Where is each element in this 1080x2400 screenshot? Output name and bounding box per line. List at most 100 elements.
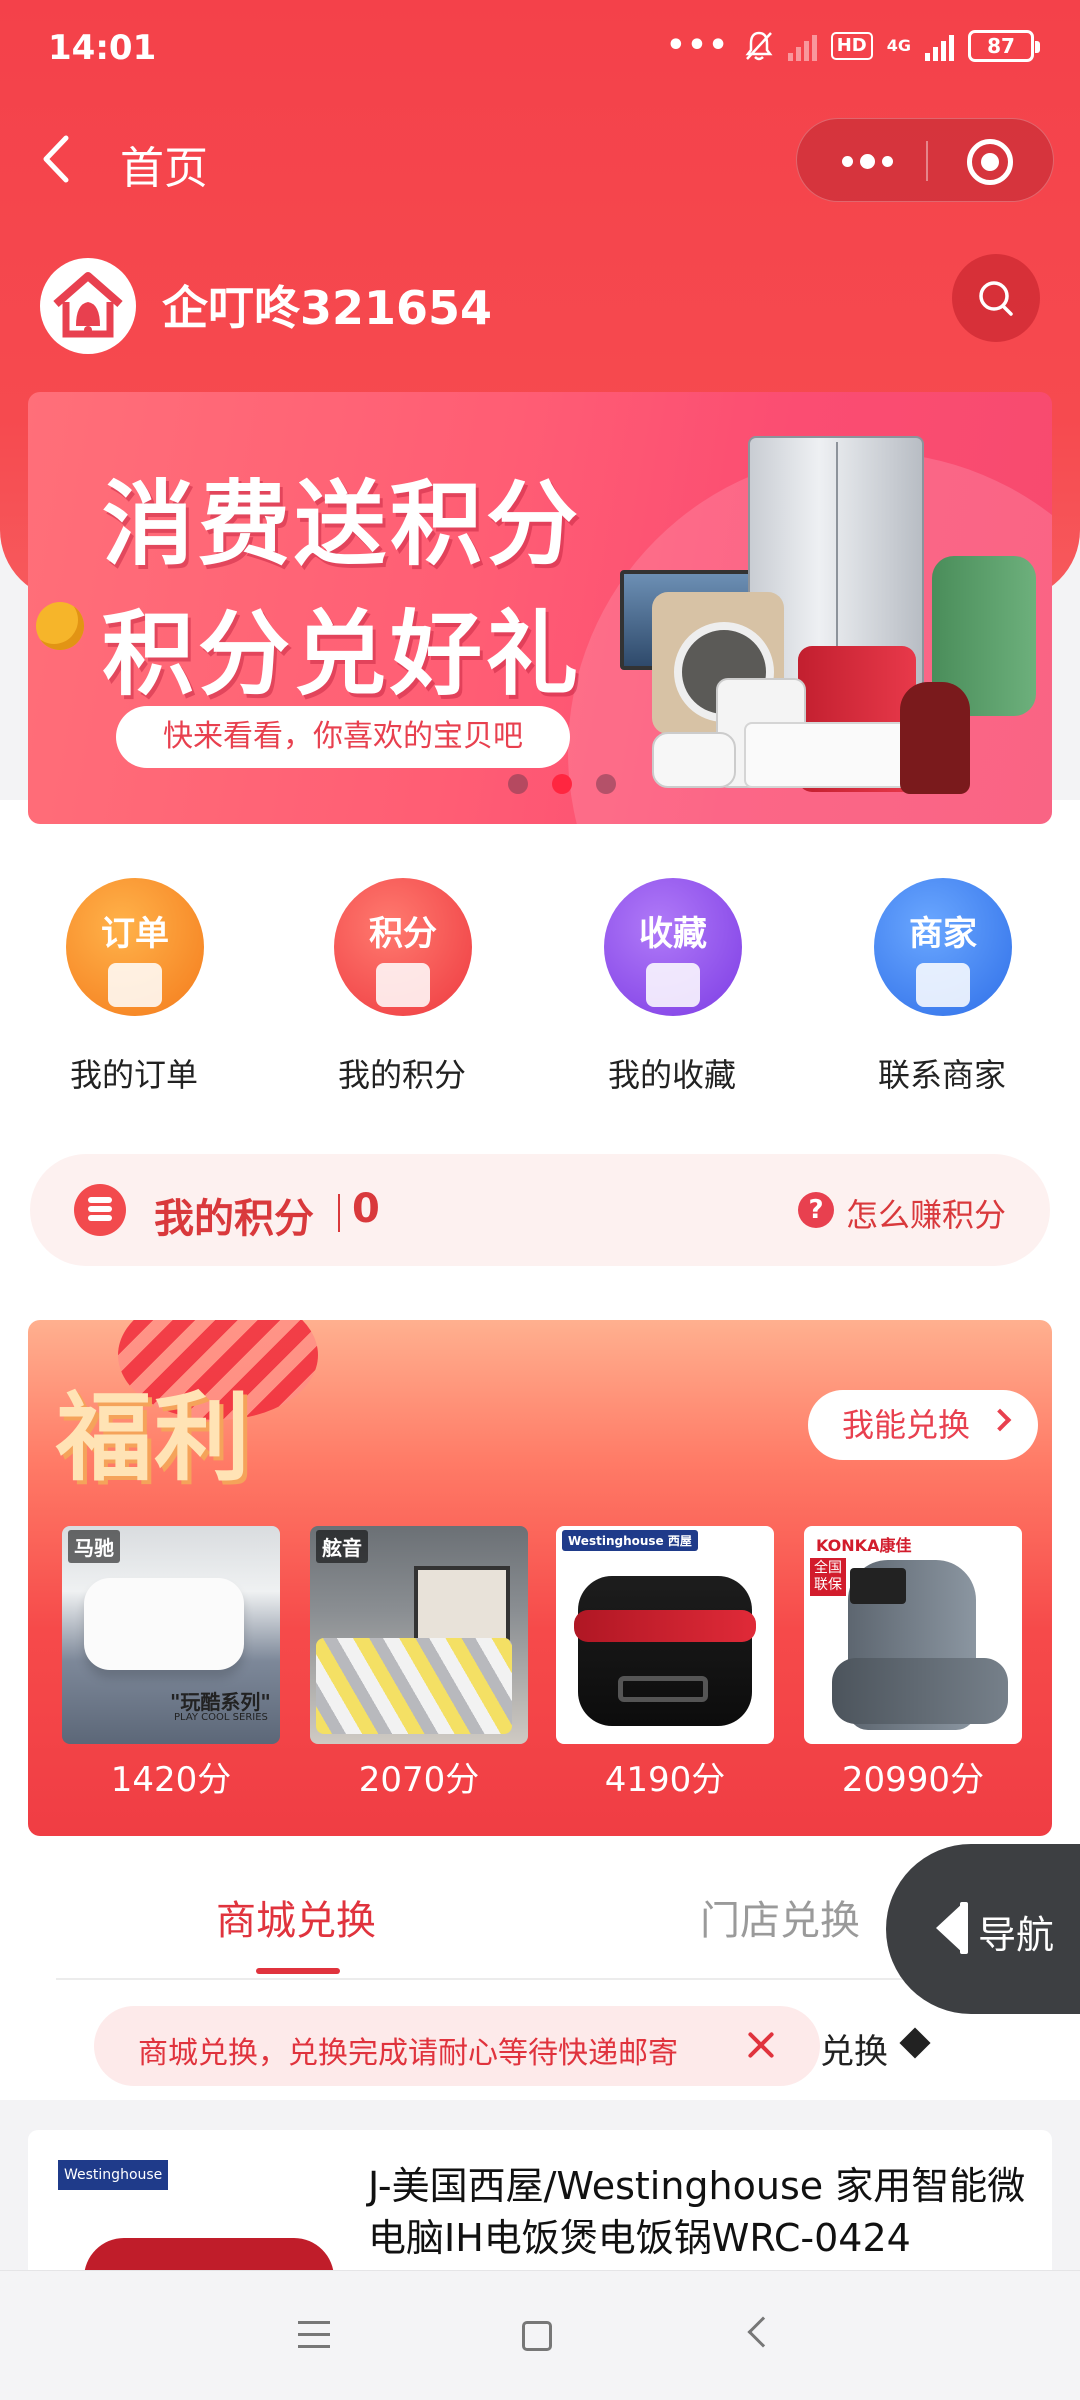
question-icon: ? — [798, 1192, 834, 1228]
floating-nav-label: 导航 — [978, 1913, 1055, 1957]
menu-icon[interactable] — [298, 2321, 330, 2349]
chair-seat — [832, 1658, 1008, 1724]
carousel-indicators — [508, 774, 616, 794]
points-summary-bar[interactable]: 我的积分 0 ? 怎么赚积分 — [30, 1154, 1050, 1266]
quick-label: 我的订单 — [69, 1056, 198, 1094]
orders-icon: 订单 — [66, 878, 204, 1016]
store-logo — [40, 258, 136, 354]
carousel-dot[interactable] — [508, 774, 528, 794]
tab-store-exchange[interactable]: 门店兑换 — [700, 1888, 860, 1946]
shop-icon: 商家 — [874, 878, 1012, 1016]
massage-chair-image: KONKA康佳 全国 联保 — [804, 1526, 1022, 1744]
bed-shape — [316, 1638, 512, 1734]
home-icon[interactable] — [522, 2321, 552, 2351]
carousel-dot[interactable] — [596, 774, 616, 794]
signal-icon — [925, 31, 954, 61]
welfare-title: 福利 — [56, 1381, 252, 1494]
sub-tab-exchange[interactable]: 兑换 — [820, 2024, 888, 2073]
chair-remote — [850, 1568, 906, 1604]
warranty-badge: 全国 联保 — [810, 1558, 846, 1596]
coin-stack-glyph — [376, 963, 430, 1007]
welfare-item[interactable]: 舷音 2070分 — [310, 1526, 528, 1800]
page-title: 首页 — [120, 143, 208, 194]
can-redeem-button[interactable]: 我能兑换 — [808, 1390, 1038, 1460]
rice-cooker-image — [652, 732, 736, 788]
more-options-button[interactable] — [827, 137, 907, 185]
pillow-image: "玩酷系列" PLAY COOL SERIES 马驰 — [62, 1526, 280, 1744]
cooker-handle — [618, 1676, 708, 1702]
close-miniprogram-button[interactable] — [967, 139, 1013, 185]
nav-bar: 首页 — [0, 110, 1080, 210]
warranty-line-2: 联保 — [814, 1577, 842, 1593]
how-to-earn-link[interactable]: 怎么赚积分 — [846, 1190, 1006, 1236]
pillow-shape — [84, 1578, 244, 1670]
tab-mall-exchange[interactable]: 商城兑换 — [216, 1888, 376, 1946]
product-series-sub: PLAY COOL SERIES — [174, 1712, 268, 1723]
search-icon — [979, 281, 1013, 316]
promo-banner[interactable]: 消费送积分 积分兑好礼 快来看看，你喜欢的宝贝吧 — [28, 392, 1052, 824]
brand-logo: Westinghouse 西屋 — [58, 2160, 168, 2213]
points-value: 0 — [352, 1186, 380, 1232]
points-badge-text: 积分 — [369, 914, 437, 954]
merchant-badge-text: 商家 — [909, 914, 977, 954]
system-nav-bar — [0, 2270, 1080, 2400]
rice-cooker-image: Westinghouse 西屋 — [556, 1526, 774, 1744]
search-button[interactable] — [952, 254, 1040, 342]
hd-badge: HD — [830, 31, 873, 60]
brand-label: KONKA康佳 — [810, 1530, 918, 1558]
quick-my-points[interactable]: 积分 我的积分 — [302, 866, 502, 1106]
banner-subtitle-pill: 快来看看，你喜欢的宝贝吧 — [116, 706, 570, 768]
capsule-divider — [926, 141, 928, 181]
brand-label: 舷音 — [316, 1530, 368, 1563]
welfare-item[interactable]: KONKA康佳 全国 联保 20990分 — [804, 1526, 1022, 1800]
cooker-band — [574, 1610, 756, 1642]
bell-muted-icon — [745, 31, 773, 60]
chevron-right-icon — [988, 1408, 1012, 1432]
status-bar: 14:01 ••• HD 4G 87 — [0, 0, 1080, 96]
active-tab-indicator — [256, 1968, 340, 1974]
welfare-item[interactable]: "玩酷系列" PLAY COOL SERIES 马驰 1420分 — [62, 1526, 280, 1800]
storefront-glyph — [916, 963, 970, 1007]
quick-my-favorites[interactable]: 收藏 我的收藏 — [572, 866, 772, 1106]
points-price: 4190分 — [604, 1760, 726, 1800]
banner-headline-1: 消费送积分 — [102, 471, 583, 578]
favorites-badge-text: 收藏 — [639, 914, 707, 954]
network-label: 4G — [886, 35, 911, 55]
play-left-icon-bar — [960, 1902, 968, 1954]
product-series-tag: "玩酷系列" — [170, 1690, 271, 1714]
points-divider — [338, 1194, 340, 1232]
carousel-dot-active[interactable] — [552, 774, 572, 794]
quick-label: 我的收藏 — [607, 1056, 736, 1094]
chevron-left-icon — [43, 135, 69, 183]
signal-sim2-icon — [787, 31, 817, 61]
brand-label: 马驰 — [68, 1530, 120, 1563]
back-icon[interactable] — [747, 2316, 779, 2348]
exchange-tooltip: 商城兑换，兑换完成请耐心等待快递邮寄 — [94, 2006, 820, 2086]
orders-badge-text: 订单 — [101, 914, 169, 954]
house-bell-icon — [53, 272, 123, 338]
points-price: 2070分 — [358, 1760, 480, 1800]
quick-my-orders[interactable]: 订单 我的订单 — [34, 866, 234, 1106]
can-redeem-label: 我能兑换 — [842, 1406, 971, 1444]
welfare-item[interactable]: Westinghouse 西屋 4190分 — [556, 1526, 774, 1800]
warranty-line-1: 全国 — [814, 1560, 842, 1576]
quick-contact-merchant[interactable]: 商家 联系商家 — [842, 866, 1042, 1106]
quick-menu: 订单 我的订单 积分 我的积分 收藏 我的收藏 商家 联系商家 — [0, 866, 1080, 1106]
store-name: 企叮咚321654 — [162, 281, 493, 335]
status-time: 14:01 — [48, 28, 157, 68]
container-image — [744, 722, 908, 788]
points-price: 20990分 — [841, 1760, 985, 1800]
close-icon[interactable] — [744, 2028, 778, 2062]
quick-label: 联系商家 — [877, 1056, 1006, 1094]
favorites-star-icon: 收藏 — [604, 878, 742, 1016]
cooker-body — [578, 1576, 752, 1726]
points-coin-icon: 积分 — [334, 878, 472, 1016]
star-glyph — [646, 963, 700, 1007]
tooltip-text: 商城兑换，兑换完成请耐心等待快递邮寄 — [138, 2036, 678, 2071]
floating-nav-button[interactable]: 导航 — [886, 1844, 1080, 2014]
coin-stack-icon — [74, 1184, 126, 1236]
liquor-bottle-image — [900, 682, 970, 794]
points-price: 1420分 — [110, 1760, 232, 1800]
more-notifications-icon: ••• — [666, 28, 730, 63]
back-button[interactable] — [40, 134, 80, 184]
